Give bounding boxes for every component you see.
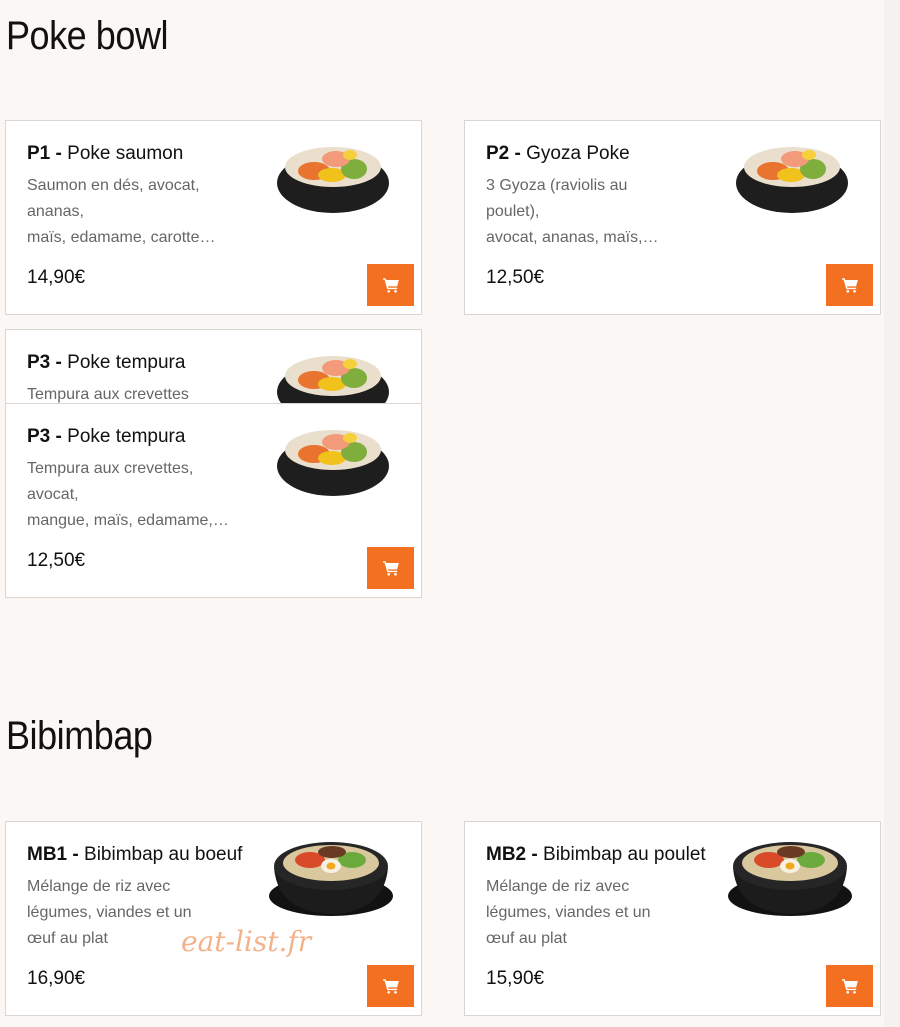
- poke-bowl-image: [268, 412, 398, 502]
- cart-icon: [841, 977, 859, 995]
- item-description: Tempura aux crevettes, avocat, mangue, m…: [27, 456, 232, 534]
- item-code: MB2 -: [486, 844, 538, 865]
- item-name: P2 - Gyoza Poke: [486, 143, 630, 165]
- desc-line: Tempura aux crevettes,: [27, 460, 194, 477]
- item-description: Mélange de riz avec légumes, viandes et …: [486, 874, 691, 952]
- menu-item-card-mb2[interactable]: MB2 - Bibimbap au poulet Mélange de riz …: [464, 821, 881, 1016]
- section-title-poke-bowl: Poke bowl: [6, 14, 169, 58]
- menu-item-card-p1[interactable]: P1 - Poke saumon Saumon en dés, avocat, …: [5, 120, 422, 315]
- cart-icon: [841, 276, 859, 294]
- item-price: 14,90€: [27, 267, 86, 288]
- desc-line: poulet),: [486, 203, 540, 220]
- item-description: Tempura aux crevettes: [27, 382, 232, 403]
- add-to-cart-button[interactable]: [826, 965, 873, 1007]
- desc-line: Mélange de riz avec: [27, 878, 171, 895]
- item-code: MB1 -: [27, 844, 79, 865]
- desc-line: mangue, maïs, edamame,…: [27, 512, 229, 529]
- desc-line: Tempura aux crevettes: [27, 386, 189, 403]
- desc-line: Saumon en dés, avocat,: [27, 177, 200, 194]
- item-title: Poke tempura: [67, 352, 186, 373]
- add-to-cart-button[interactable]: [826, 264, 873, 306]
- watermark-text: eat-list.fr: [181, 925, 312, 958]
- item-title: Bibimbap au poulet: [543, 844, 706, 865]
- item-name: MB1 - Bibimbap au boeuf: [27, 844, 242, 866]
- cart-icon: [382, 977, 400, 995]
- item-name: MB2 - Bibimbap au poulet: [486, 844, 706, 866]
- cart-icon: [382, 276, 400, 294]
- item-title: Poke saumon: [67, 143, 184, 164]
- item-name: P1 - Poke saumon: [27, 143, 183, 165]
- desc-line: ananas,: [27, 203, 84, 220]
- desc-line: Mélange de riz avec: [486, 878, 630, 895]
- item-name: P3 - Poke tempura: [27, 426, 185, 448]
- cart-icon: [382, 559, 400, 577]
- poke-bowl-image: [727, 129, 857, 219]
- item-title: Gyoza Poke: [526, 143, 630, 164]
- section-title-bibimbap: Bibimbap: [6, 714, 153, 758]
- desc-line: légumes, viandes et un: [486, 904, 651, 921]
- add-to-cart-button[interactable]: [367, 547, 414, 589]
- desc-line: avocat, ananas, maïs,…: [486, 229, 659, 246]
- item-title: Bibimbap au boeuf: [84, 844, 243, 865]
- menu-item-card-p3[interactable]: P3 - Poke tempura Tempura aux crevettes,…: [5, 403, 422, 598]
- item-price: 12,50€: [486, 267, 545, 288]
- item-code: P3 -: [27, 352, 62, 373]
- menu-item-card-p3-partial[interactable]: P3 - Poke tempura Tempura aux crevettes: [5, 329, 422, 404]
- menu-item-card-mb1[interactable]: MB1 - Bibimbap au boeuf Mélange de riz a…: [5, 821, 422, 1016]
- item-description: Saumon en dés, avocat, ananas, maïs, eda…: [27, 173, 232, 251]
- desc-line: 3 Gyoza (raviolis au: [486, 177, 628, 194]
- item-title: Poke tempura: [67, 426, 186, 447]
- item-price: 12,50€: [27, 550, 86, 571]
- item-price: 16,90€: [27, 968, 86, 989]
- poke-bowl-image: [268, 129, 398, 219]
- right-background-strip: [884, 0, 900, 1027]
- item-price: 15,90€: [486, 968, 545, 989]
- item-description: 3 Gyoza (raviolis au poulet), avocat, an…: [486, 173, 691, 251]
- item-code: P2 -: [486, 143, 521, 164]
- desc-line: avocat,: [27, 486, 79, 503]
- poke-bowl-image: [268, 338, 398, 404]
- bibimbap-pot-image: [256, 826, 406, 922]
- desc-line: maïs, edamame, carotte…: [27, 229, 216, 246]
- item-name: P3 - Poke tempura: [27, 352, 185, 374]
- item-code: P3 -: [27, 426, 62, 447]
- menu-item-card-p2[interactable]: P2 - Gyoza Poke 3 Gyoza (raviolis au pou…: [464, 120, 881, 315]
- add-to-cart-button[interactable]: [367, 965, 414, 1007]
- item-code: P1 -: [27, 143, 62, 164]
- add-to-cart-button[interactable]: [367, 264, 414, 306]
- bibimbap-pot-image: [715, 826, 865, 922]
- desc-line: œuf au plat: [486, 930, 567, 947]
- desc-line: légumes, viandes et un: [27, 904, 192, 921]
